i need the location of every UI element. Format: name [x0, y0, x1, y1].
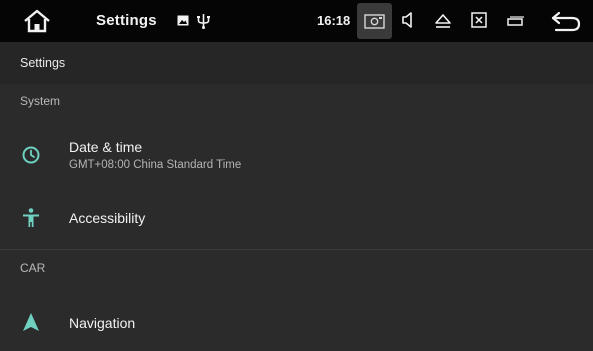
- navigation-label: Navigation: [69, 315, 136, 331]
- category-system: System: [20, 94, 61, 108]
- screen: Settings 16:18 Settings System Date & ti…: [0, 0, 593, 351]
- accessibility-icon: [23, 208, 39, 227]
- date-time-summary: GMT+08:00 China Standard Time: [69, 159, 242, 171]
- close-window-icon[interactable]: [469, 10, 489, 30]
- status-bar: Settings 16:18: [0, 0, 593, 42]
- multi-window-icon[interactable]: [505, 11, 525, 31]
- accessibility-label: Accessibility: [69, 210, 146, 226]
- usb-icon: [197, 13, 210, 29]
- section-divider: [0, 249, 593, 250]
- volume-icon[interactable]: [399, 10, 419, 30]
- image-notification-icon: [177, 15, 189, 26]
- clock-icon: [22, 146, 40, 164]
- list-item-date-time[interactable]: Date & time GMT+08:00 China Standard Tim…: [0, 123, 593, 186]
- back-icon[interactable]: [550, 9, 582, 33]
- screenshot-button[interactable]: [357, 3, 392, 39]
- list-item-navigation[interactable]: Navigation: [0, 296, 593, 351]
- category-car: CAR: [20, 261, 46, 275]
- list-item-accessibility[interactable]: Accessibility: [0, 190, 593, 246]
- home-icon[interactable]: [22, 9, 52, 33]
- date-time-label: Date & time: [69, 139, 143, 155]
- navigation-icon: [23, 313, 39, 331]
- eject-icon[interactable]: [433, 11, 453, 31]
- app-bar-title: Settings: [20, 56, 66, 70]
- app-bar: Settings: [0, 42, 593, 84]
- clock-time: 16:18: [317, 13, 351, 28]
- screenshot-icon: [364, 14, 385, 29]
- status-bar-title: Settings: [96, 12, 157, 29]
